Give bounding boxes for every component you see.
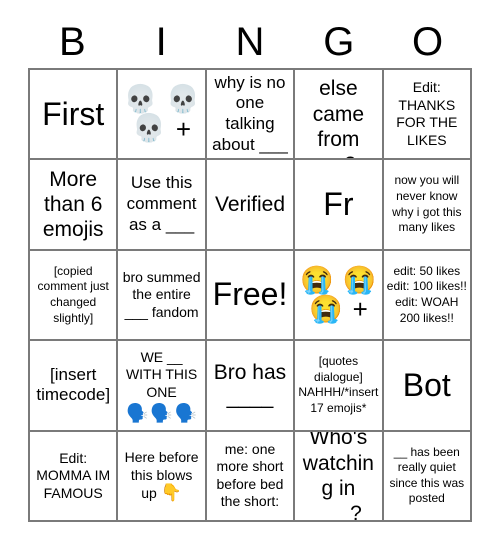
- cell-here-before-this-blows-up[interactable]: Here before this blows up 👇: [118, 431, 207, 522]
- cell-label: Fr: [323, 186, 354, 222]
- cell-label: Edit: MOMMA IM FAMOUS: [36, 449, 111, 501]
- speaking-head-emoji-row: 🗣️ 🗣️ 🗣️: [126, 404, 197, 422]
- cell-bot[interactable]: Bot: [383, 341, 472, 432]
- cell-more-than-6-emojis[interactable]: More than 6 emojis: [30, 160, 119, 251]
- cell-bro-summed-the-entire-fandom[interactable]: bro summed the entire ___ fandom: [118, 250, 207, 342]
- loudly-crying-face-emoji: 😭: [308, 293, 343, 324]
- cell-label: Edit: THANKS FOR THE LIKES: [396, 79, 458, 148]
- emoji-row-top: 💀 💀: [123, 86, 199, 113]
- cell-label: Use this comment as a ___: [126, 173, 197, 234]
- cell-me-one-more-short[interactable]: me: one more short before bed the short:: [206, 431, 296, 522]
- emoji-row-bottom: 😭 +: [308, 293, 368, 325]
- cell-verified[interactable]: Verified: [206, 160, 296, 251]
- cell-label: bro summed the entire ___ fandom: [122, 268, 201, 320]
- cell-label: me: one more short before bed the short:: [216, 440, 284, 510]
- cell-label: First: [42, 95, 105, 132]
- emoji-row-top: 😭 😭: [300, 264, 377, 295]
- cell-free-space[interactable]: Free!: [206, 250, 296, 342]
- cell-label: Verified: [214, 193, 286, 216]
- cell-label: why is no one talking about ___: [212, 72, 288, 154]
- cell-label: [insert timecode]: [36, 364, 111, 405]
- backhand-index-pointing-down-emoji: 👇: [160, 483, 182, 503]
- cell-label: Who's watching in ___?: [302, 431, 374, 522]
- cell-label: __ has been really quiet since this was …: [389, 444, 465, 506]
- cell-whos-watching-in[interactable]: Who's watching in ___?: [295, 431, 384, 522]
- skull-emoji: 💀: [123, 84, 158, 115]
- cell-edit-likes-counts[interactable]: edit: 50 likes edit: 100 likes!! edit: W…: [383, 250, 472, 342]
- cell-quotes-dialogue[interactable]: [quotes dialogue] NAHHH/*insert 17 emoji…: [295, 341, 384, 432]
- loudly-crying-face-emoji: 😭: [342, 264, 377, 295]
- emoji-row-bottom: 💀 +: [132, 115, 191, 142]
- speaking-head-emoji: 🗣️: [150, 403, 173, 424]
- cell-first[interactable]: First: [30, 70, 119, 161]
- cell-label: Bot: [402, 366, 451, 403]
- cell-label: [copied comment just changed slightly]: [37, 263, 109, 325]
- speaking-head-emoji: 🗣️: [125, 403, 149, 424]
- cell-label: now you will never know why i got this m…: [392, 173, 462, 235]
- loudly-crying-face-emoji: 😭: [300, 264, 334, 295]
- cell-skull-emojis[interactable]: 💀 💀 💀 +: [118, 70, 207, 161]
- cell-has-been-really-quiet[interactable]: __ has been really quiet since this was …: [383, 431, 472, 522]
- cell-label: More than 6 emojis: [42, 167, 104, 242]
- header-letter-i: I: [155, 20, 167, 64]
- cell-label: edit: 50 likes edit: 100 likes!! edit: W…: [386, 263, 467, 325]
- plus-sign: +: [352, 294, 368, 325]
- cell-bro-has[interactable]: Bro has ____: [206, 341, 296, 432]
- cell-copied-comment[interactable]: [copied comment just changed slightly]: [30, 250, 119, 342]
- cell-use-this-comment-as-a[interactable]: Use this comment as a ___: [118, 160, 207, 251]
- skull-emoji: 💀: [132, 113, 166, 144]
- cell-label: who else came from __?: [312, 70, 365, 158]
- cell-fr[interactable]: Fr: [295, 160, 384, 251]
- skull-emoji: 💀: [166, 84, 200, 115]
- cell-label: [quotes dialogue] NAHHH/*insert 17 emoji…: [298, 354, 379, 415]
- header-letter-b: B: [59, 20, 86, 64]
- bingo-card: B I N G O First 💀 💀 💀 + why is no one talking…: [0, 0, 500, 544]
- cell-why-is-no-one-talking[interactable]: why is no one talking about ___: [206, 70, 296, 161]
- cell-insert-timecode[interactable]: [insert timecode]: [30, 341, 119, 432]
- plus-sign: +: [175, 113, 191, 144]
- header-letter-n: N: [235, 20, 265, 64]
- cell-edit-momma-im-famous[interactable]: Edit: MOMMA IM FAMOUS: [30, 431, 119, 522]
- header-letter-g: G: [323, 20, 355, 64]
- cell-crying-emojis[interactable]: 😭 😭 😭 +: [295, 250, 384, 342]
- cell-we-with-this-one[interactable]: WE __ WITH THIS ONE 🗣️ 🗣️ 🗣️: [118, 341, 207, 432]
- speaking-head-emoji: 🗣️: [174, 403, 198, 424]
- cell-edit-thanks-for-the-likes[interactable]: Edit: THANKS FOR THE LIKES: [383, 70, 472, 161]
- cell-who-else-came-from[interactable]: who else came from __?: [295, 70, 384, 161]
- cell-label: Free!: [212, 276, 288, 313]
- bingo-header-row: B I N G O: [28, 16, 472, 68]
- cell-label: WE __ WITH THIS ONE: [125, 348, 198, 400]
- cell-label: Bro has ____: [213, 361, 287, 410]
- bingo-grid: First 💀 💀 💀 + why is no one talking about ___…: [28, 68, 472, 522]
- cell-now-you-will-never-know[interactable]: now you will never know why i got this m…: [383, 160, 472, 251]
- cell-label: Here before this blows up 👇: [124, 449, 199, 503]
- header-letter-o: O: [412, 20, 444, 64]
